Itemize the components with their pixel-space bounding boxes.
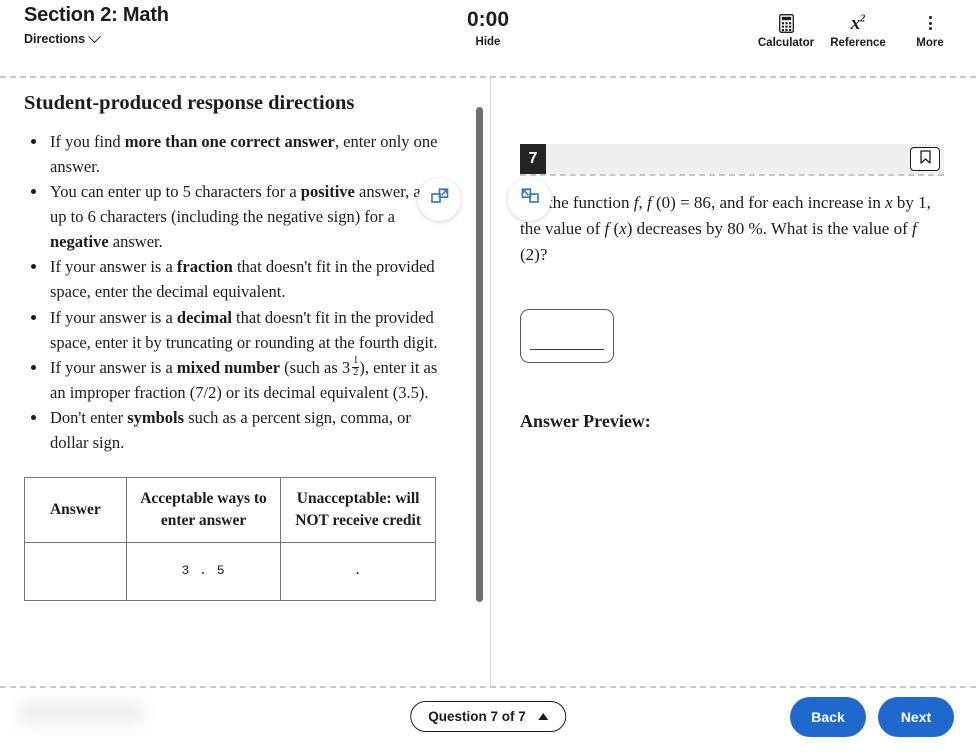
mixed-number: 312 <box>341 355 360 378</box>
directions-text: If your answer is a <box>50 307 177 327</box>
navigation-buttons: Back Next <box>790 697 954 737</box>
answer-blank-line <box>530 349 604 351</box>
table-header-row: Answer Acceptable ways to enter answer U… <box>24 477 436 544</box>
directions-emphasis: negative <box>50 232 109 252</box>
directions-text: If you find <box>50 132 125 151</box>
user-name-redacted <box>18 700 144 726</box>
directions-label: Directions <box>24 32 86 46</box>
page-title: Section 2: Math <box>24 4 169 26</box>
header-left-group: Section 2: Math Directions <box>24 0 169 48</box>
table-body: 3 . 5 . <box>24 542 436 602</box>
math-variable: x <box>885 193 893 212</box>
math-expression: 80 % <box>727 218 763 238</box>
stem-text: , and for each increase in <box>710 193 886 212</box>
directions-bullet: If your answer is a fraction that doesn'… <box>48 254 450 304</box>
directions-bullet: If your answer is a mixed number (such a… <box>48 355 450 405</box>
stem-text: . What is the value of <box>762 218 913 238</box>
directions-bullet: You can enter up to 5 characters for a p… <box>48 179 450 254</box>
directions-emphasis: mixed number <box>176 357 281 377</box>
math-variable: f <box>912 218 917 238</box>
directions-text: answer. <box>108 232 163 252</box>
more-button[interactable]: More <box>894 12 966 49</box>
collapse-panel-icon <box>521 188 539 211</box>
answer-preview-label: Answer Preview: <box>520 411 651 432</box>
stem-text: decreases by <box>632 218 728 238</box>
table-header-unacceptable: Unacceptable: will NOT receive credit <box>280 477 436 544</box>
directions-text: You can enter up to 5 characters for a <box>50 182 301 202</box>
directions-bullet: Don't enter symbols such as a percent si… <box>48 405 450 455</box>
directions-emphasis: symbols <box>127 407 185 427</box>
directions-text: If your answer is a <box>50 257 177 277</box>
calculator-button[interactable]: Calculator <box>750 12 822 49</box>
chevron-down-icon <box>88 29 102 43</box>
content-split: Student-produced response directions If … <box>0 78 976 686</box>
directions-text: If your answer is a <box>50 357 177 377</box>
question-number-badge: 7 <box>520 144 546 174</box>
directions-emphasis: decimal <box>176 307 232 327</box>
question-navigator-button[interactable]: Question 7 of 7 <box>410 701 566 732</box>
question-navigator-label: Question 7 of 7 <box>428 709 526 724</box>
math-expression: (0) = 86 <box>651 193 711 212</box>
directions-pane: Student-produced response directions If … <box>0 78 490 686</box>
directions-bullet: If you find more than one correct answer… <box>48 129 450 179</box>
directions-title: Student-produced response directions <box>24 92 355 114</box>
question-pane: 7 For the function f, f (0) = 86, and fo… <box>490 78 976 686</box>
math-variable: x <box>619 218 627 238</box>
exam-header: Section 2: Math Directions 0:00 Hide Cal… <box>0 0 976 76</box>
next-button[interactable]: Next <box>878 697 954 737</box>
collapse-panel-button[interactable] <box>508 178 551 221</box>
reference-label: Reference <box>830 37 886 49</box>
bookmark-icon <box>919 149 931 169</box>
directions-emphasis: fraction <box>176 257 233 277</box>
math-expression: 1 <box>918 193 927 212</box>
directions-emphasis: more than one correct answer <box>124 132 335 151</box>
caret-up-icon <box>537 713 548 720</box>
calculator-label: Calculator <box>757 37 815 49</box>
reference-button[interactable]: x2 Reference <box>822 12 894 50</box>
table-header-acceptable: Acceptable ways to enter answer <box>125 477 282 544</box>
expand-panel-button[interactable] <box>418 178 461 221</box>
question-bar: 7 <box>520 144 944 174</box>
bookmark-button[interactable] <box>910 147 940 171</box>
directions-scrollbar[interactable] <box>476 107 483 602</box>
answer-format-table: Answer Acceptable ways to enter answer U… <box>24 477 436 602</box>
table-header-answer: Answer <box>24 477 127 544</box>
directions-toggle-button[interactable]: Directions <box>24 29 102 46</box>
math-expression: (2) <box>520 244 540 264</box>
directions-text: (such as <box>280 357 342 377</box>
answer-input[interactable] <box>520 309 614 364</box>
calculator-icon <box>750 12 822 34</box>
stem-text: , <box>638 193 648 212</box>
question-stem: For the function f, f (0) = 86, and for … <box>520 190 944 267</box>
header-tools: Calculator x2 Reference More <box>750 12 966 50</box>
more-label: More <box>916 37 944 49</box>
back-button[interactable]: Back <box>790 697 866 737</box>
stem-text: by <box>892 193 919 212</box>
table-cell-unacceptable: . <box>280 542 436 602</box>
math-expression: ( <box>609 218 620 238</box>
kebab-menu-icon <box>894 12 966 34</box>
hide-timer-button[interactable]: Hide <box>476 36 501 48</box>
table-row: 3 . 5 . <box>24 542 436 602</box>
expand-panel-icon <box>430 188 449 211</box>
directions-bullet: If your answer is a decimal that doesn't… <box>48 305 450 355</box>
question-bar-divider <box>520 174 944 176</box>
x-squared-icon: x2 <box>850 12 866 34</box>
directions-emphasis: positive <box>300 182 355 202</box>
table-cell-answer <box>24 542 127 602</box>
stem-text: ? <box>539 244 548 264</box>
table-cell-acceptable: 3 . 5 <box>125 542 282 602</box>
directions-bullet-list: If you find more than one correct answer… <box>24 129 450 455</box>
exam-footer: Question 7 of 7 Back Next <box>0 688 976 756</box>
directions-text: Don't enter <box>50 407 128 427</box>
